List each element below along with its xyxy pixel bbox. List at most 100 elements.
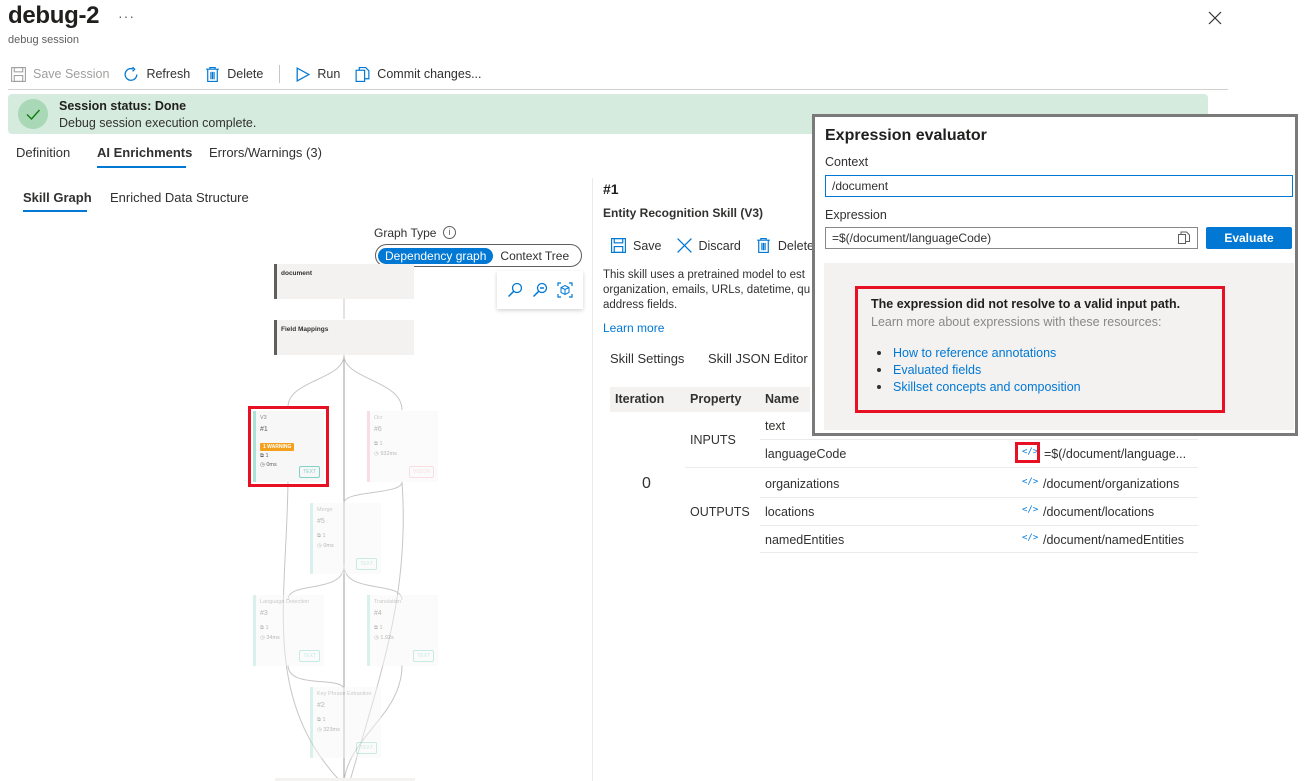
skill-node-time: ◷ 932ms: [374, 451, 397, 457]
subtab-enriched-data-structure[interactable]: Enriched Data Structure: [110, 190, 249, 205]
skill-node-count: ⧉ 1: [317, 533, 326, 539]
skill-node-time: ◷ 0ms: [317, 543, 334, 549]
skill-node-name: Merge: [317, 507, 333, 513]
skill-type-tag: TEXT: [356, 558, 377, 570]
commit-label: Commit changes...: [377, 67, 482, 81]
subtab-skill-graph[interactable]: Skill Graph: [23, 190, 92, 205]
copy-icon[interactable]: [1177, 231, 1191, 245]
active-subtab-indicator: [23, 210, 87, 212]
delete-icon: [757, 238, 770, 253]
node-label: Field Mappings: [281, 326, 329, 333]
learn-more-link[interactable]: Learn more: [603, 321, 664, 335]
close-icon[interactable]: [1205, 8, 1225, 28]
graph-type-label: Graph Type: [374, 226, 437, 240]
checkmark-icon: [18, 99, 48, 129]
skill-number: #1: [603, 181, 619, 197]
skill-description: This skill uses a pretrained model to es…: [603, 269, 811, 311]
skill-delete-button[interactable]: Delete: [755, 237, 814, 254]
tab-ai-enrichments[interactable]: AI Enrichments: [97, 145, 192, 160]
skill-node-number: #3: [260, 610, 268, 617]
run-button[interactable]: Run: [294, 66, 340, 83]
resource-link-annotations[interactable]: How to reference annotations: [893, 344, 1081, 361]
row-divider: [760, 552, 1198, 553]
save-icon: [11, 66, 26, 82]
tab-skill-settings[interactable]: Skill Settings: [610, 351, 684, 366]
expression-input[interactable]: =$(/document/languageCode): [825, 227, 1198, 249]
edge-to-ocr: [343, 354, 403, 411]
skill-node-merge[interactable]: Merge #5 ⧉ 1 ◷ 0ms TEXT: [310, 503, 381, 574]
expression-evaluator-dialog: Expression evaluator Context /document E…: [812, 114, 1298, 436]
row-divider: [760, 525, 1198, 526]
page-title: debug-2: [8, 2, 100, 29]
skill-node-translation[interactable]: Translation #4 ⧉ 1 ◷ 1.92s TEXT: [367, 595, 438, 666]
skill-delete-label: Delete: [777, 238, 815, 253]
resource-link-evaluated-fields[interactable]: Evaluated fields: [893, 361, 1081, 378]
skill-type-tag: TEXT: [356, 742, 377, 754]
dependency-graph-option[interactable]: Dependency graph: [378, 247, 494, 264]
status-message: Debug session execution complete.: [59, 116, 257, 130]
col-header-name: Name: [765, 392, 800, 406]
tab-skill-json-editor[interactable]: Skill JSON Editor: [708, 351, 808, 366]
col-header-iteration: Iteration: [615, 392, 665, 406]
skill-node-number: #4: [374, 610, 382, 617]
expression-evaluator-icon[interactable]: </>: [1022, 505, 1038, 515]
expression-icon-highlight: [1015, 442, 1040, 463]
expression-evaluator-icon[interactable]: </>: [1022, 533, 1038, 543]
edge-ocr-merge: [343, 481, 403, 504]
skill-discard-button[interactable]: Discard: [676, 237, 741, 254]
table-row-name: languageCode: [765, 447, 847, 461]
copy-icon: [355, 66, 370, 82]
info-icon[interactable]: i: [443, 226, 456, 239]
row-divider: [760, 497, 1198, 498]
resource-link-skillset-concepts[interactable]: Skillset concepts and composition: [893, 378, 1081, 395]
skill-node-name: Ocr: [374, 415, 383, 421]
save-session-button[interactable]: Save Session: [10, 66, 109, 83]
delete-label: Delete: [227, 67, 264, 81]
run-label: Run: [317, 67, 341, 81]
property-inputs: INPUTS: [690, 433, 736, 447]
main-toolbar: Save Session Refresh Delete Run Commit c…: [10, 62, 496, 86]
page-subtitle: debug session: [8, 34, 79, 46]
more-options-button[interactable]: ···: [118, 8, 135, 24]
table-row-value: =$(/document/language...: [1044, 447, 1187, 461]
skill-node-ocr[interactable]: Ocr #6 ⧉ 1 ◷ 932ms VISION: [367, 411, 438, 482]
delete-button[interactable]: Delete: [204, 66, 263, 83]
graph-node-document[interactable]: document: [274, 264, 414, 299]
graph-node-field-mappings[interactable]: Field Mappings: [274, 320, 414, 355]
error-title: The expression did not resolve to a vali…: [871, 297, 1181, 311]
skill-toolbar: Save Discard Delete: [610, 237, 828, 254]
skill-node-count: ⧉ 1: [374, 625, 383, 631]
context-tree-option[interactable]: Context Tree: [493, 248, 576, 264]
evaluate-button[interactable]: Evaluate: [1206, 227, 1292, 249]
refresh-button[interactable]: Refresh: [123, 66, 190, 83]
skill-node-key-phrase-extraction[interactable]: Key Phrase Extraction #2 ⧉ 1 ◷ 323ms TEX…: [310, 687, 381, 758]
skill-save-button[interactable]: Save: [610, 237, 662, 254]
row-divider: [685, 467, 1198, 468]
skill-node-name: Translation: [374, 599, 402, 605]
delete-icon: [206, 66, 220, 82]
tab-errors-warnings[interactable]: Errors/Warnings (3): [209, 145, 322, 160]
tab-definition[interactable]: Definition: [16, 145, 70, 160]
discard-icon: [676, 238, 692, 253]
commit-changes-button[interactable]: Commit changes...: [354, 66, 482, 83]
skill-node-name: Language Detection: [260, 599, 310, 605]
skill-node-language-detection[interactable]: Language Detection #3 ⧉ 1 ◷ 34ms TEXT: [253, 595, 324, 666]
graph-edges: [282, 299, 404, 781]
skill-node-time: ◷ 1.92s: [374, 635, 394, 641]
context-input[interactable]: /document: [825, 175, 1293, 197]
table-row-name: locations: [765, 505, 815, 519]
expression-evaluator-icon[interactable]: </>: [1022, 477, 1038, 487]
skill-node-number: #2: [317, 702, 325, 709]
edge-to-v3: [287, 354, 345, 408]
skill-node-name: Key Phrase Extraction: [317, 691, 372, 697]
skill-node-count: ⧉ 1: [317, 717, 326, 723]
iteration-value: 0: [642, 475, 651, 492]
status-title: Session status: Done: [59, 99, 187, 113]
skill-node-count: ⧉ 1: [260, 625, 269, 631]
skill-type-tag: TEXT: [413, 650, 434, 662]
skill-type-tag: TEXT: [299, 650, 320, 662]
save-icon: [611, 238, 626, 253]
skill-discard-label: Discard: [698, 238, 741, 253]
toolbar-separator: [279, 65, 281, 83]
refresh-label: Refresh: [146, 67, 191, 81]
